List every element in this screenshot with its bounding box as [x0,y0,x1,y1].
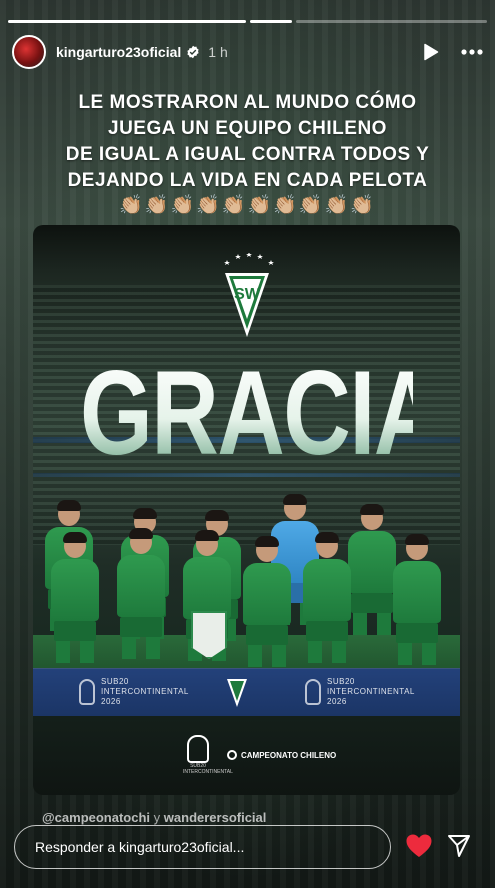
intercontinental-cup-icon [187,735,209,763]
send-icon[interactable] [446,833,472,859]
cup-icon [305,679,321,705]
caption-line: DE IGUAL A IGUAL CONTRA TODOS Y [65,144,430,165]
mention-wanderersoficial[interactable]: wanderersoficial [164,810,267,825]
story-header: kingarturo23oficial 1 h [12,34,483,70]
player [243,536,291,667]
club-crest-icon: SW [223,253,274,337]
caption-line: LE MOSTRARON AL MUNDO CÓMO [78,92,417,113]
campeonato-chileno-logo: CAMPEONATO CHILENO [227,750,336,760]
footer-logos: SUB20 INTERCONTINENTAL CAMPEONATO CHILEN… [183,735,336,775]
club-crest-small-icon [227,679,247,707]
headline-gracias: GRACIAS [79,346,460,480]
mentions: @campeonatochi y wanderersoficial [42,810,267,825]
more-icon[interactable] [461,49,483,55]
player [117,528,165,659]
post-time: 1 h [208,44,228,60]
verified-badge-icon [187,45,199,59]
league-mark-icon [227,750,237,760]
story-caption: LE MOSTRARON AL MUNDO CÓMO JUEGA UN EQUI… [0,90,495,194]
avatar[interactable] [12,35,46,69]
caption-line: DEJANDO LA VIDA EN CADA PELOTA [67,170,428,191]
team-photo [33,494,460,670]
progress-segment [250,20,292,23]
heart-icon[interactable] [405,833,433,859]
player [393,534,441,665]
caption-line: JUEGA UN EQUIPO CHILENO [108,118,387,139]
username[interactable]: kingarturo23oficial [56,44,181,60]
play-icon[interactable] [423,43,439,61]
story-progress [8,20,487,23]
progress-segment [8,20,246,23]
reply-input[interactable]: Responder a kingarturo23oficial... [14,825,391,869]
reply-placeholder: Responder a kingarturo23oficial... [35,839,245,855]
player [348,504,396,635]
mention-campeonatochi[interactable]: @campeonatochi [42,810,150,825]
progress-segment [296,20,487,23]
player [51,532,99,663]
ad-board: SUB20 INTERCONTINENTAL 2026 SUB20 INTERC… [33,668,460,716]
clapping-hands-emojis: 👏🏼👏🏼👏🏼👏🏼👏🏼👏🏼👏🏼👏🏼👏🏼👏🏼 [119,195,376,216]
player [303,532,351,663]
crest-text: SW [234,286,261,303]
shared-post-image[interactable]: SW GRACIAS SUB20 INTERCONTINENTAL 2026 S… [33,225,460,795]
cup-icon [79,679,95,705]
